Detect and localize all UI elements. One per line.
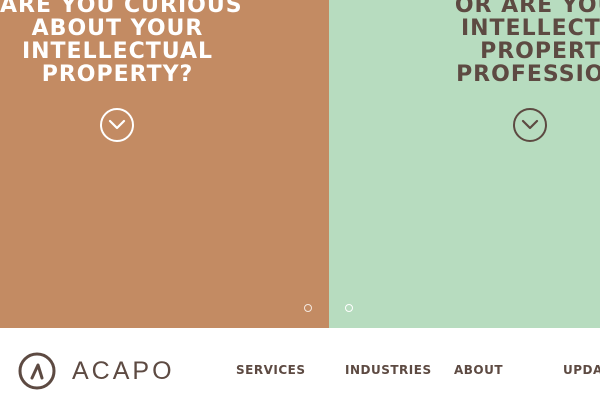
nav-industries[interactable]: INDUSTRIES [345,363,432,377]
headline-line: OR ARE YOU A [454,0,600,18]
chevron-down-icon [521,119,539,130]
scroll-down-button-right[interactable] [513,108,547,142]
headline-line: PROPERTY? [41,62,194,87]
slide-dot-2[interactable] [345,304,353,312]
headline-line: INTELLECTUAL [21,39,214,64]
acapo-logo-icon [18,352,56,390]
headline-line: ARE YOU CURIOUS [0,0,243,18]
nav-about[interactable]: ABOUT [454,363,503,377]
acapo-logo[interactable]: ACAPO [18,352,175,390]
hero-panel-professional: OR ARE YOU A INTELLECTUA PROPERTY PROFES… [329,0,600,328]
headline-line: PROPERTY [480,39,600,64]
hero-panel-curious: ARE YOU CURIOUS ABOUT YOUR INTELLECTUAL … [0,0,329,328]
hero-left-headline: ARE YOU CURIOUS ABOUT YOUR INTELLECTUAL … [0,0,243,87]
chevron-down-icon [108,119,126,130]
nav-services[interactable]: SERVICES [236,363,305,377]
hero-right-headline: OR ARE YOU A INTELLECTUA PROPERTY PROFES… [404,0,600,86]
logo-text: ACAPO [72,356,175,385]
nav-updates[interactable]: UPDA [563,363,600,377]
scroll-down-button-left[interactable] [100,108,134,142]
site-header: ACAPO SERVICES INDUSTRIES ABOUT UPDA [0,328,600,407]
hero-section: ARE YOU CURIOUS ABOUT YOUR INTELLECTUAL … [0,0,600,328]
headline-line: PROFESSIONA [456,62,600,87]
headline-line: ABOUT YOUR [31,16,204,41]
slide-dot-1[interactable] [304,304,312,312]
headline-line: INTELLECTUA [460,16,600,41]
